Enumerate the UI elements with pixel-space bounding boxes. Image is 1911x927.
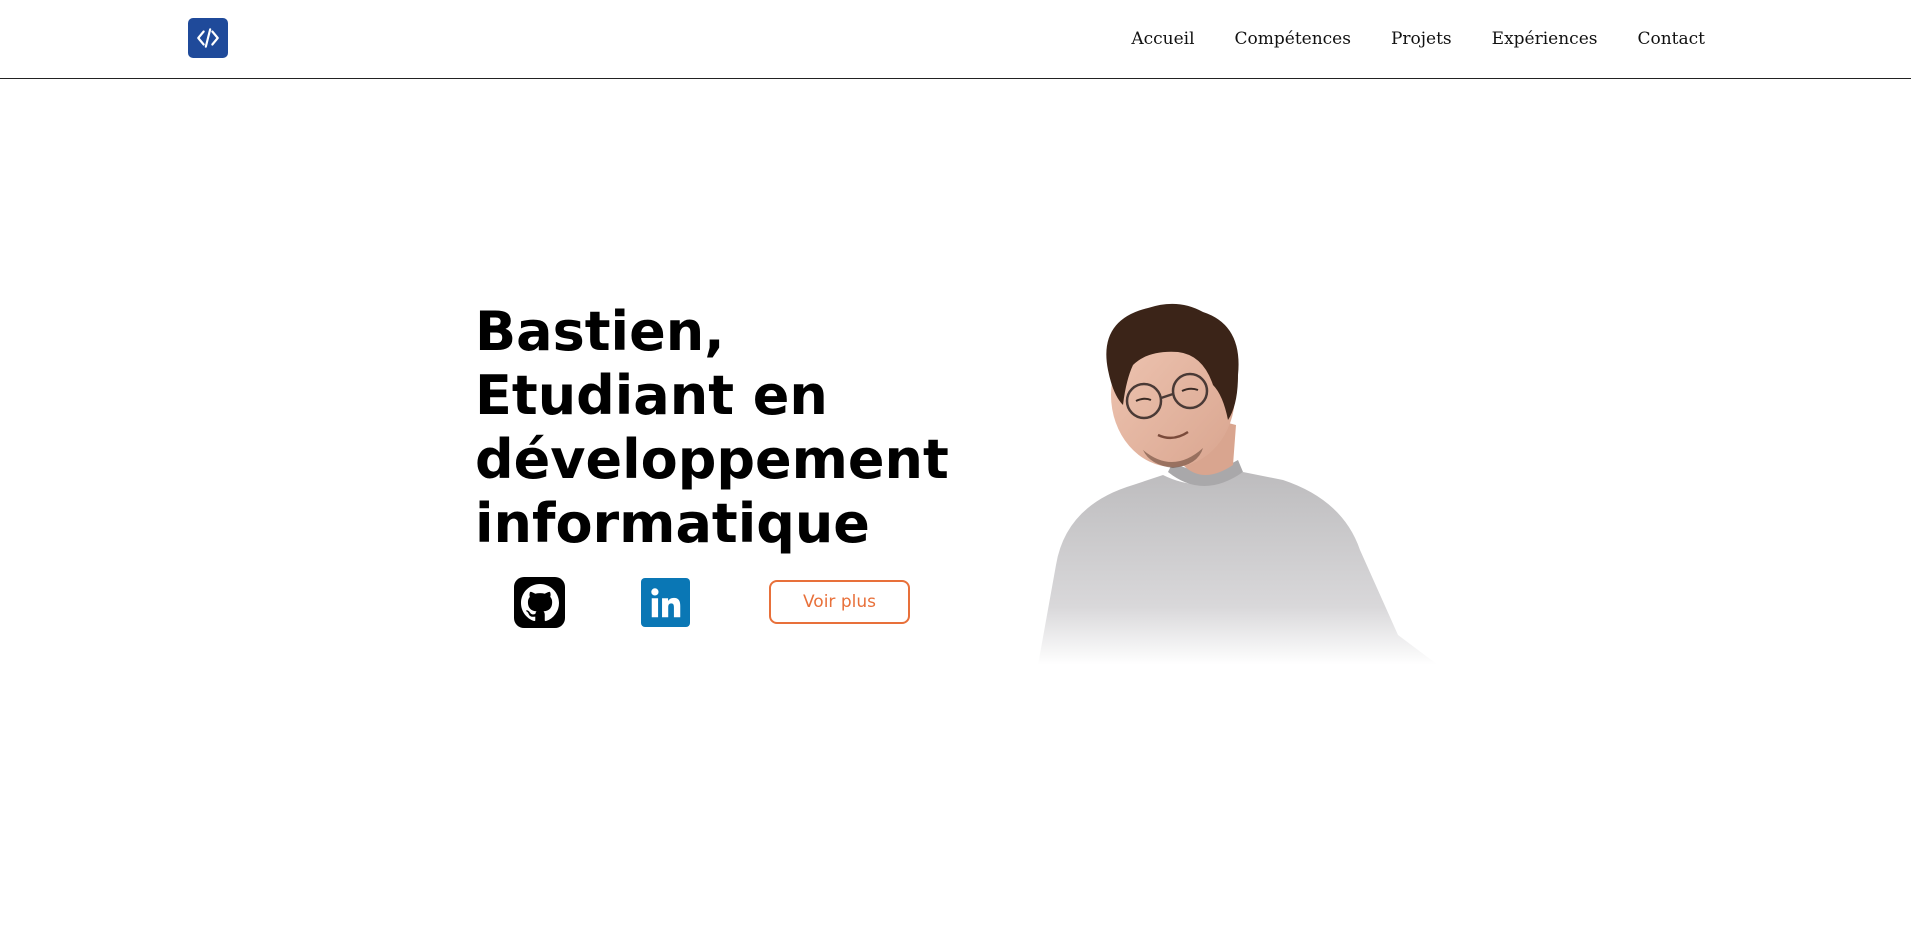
github-link[interactable] <box>514 577 565 628</box>
nav-link-accueil[interactable]: Accueil <box>1131 29 1194 49</box>
hero-title-line: Bastien, <box>475 300 725 363</box>
nav-link-projets[interactable]: Projets <box>1391 29 1452 49</box>
linkedin-link[interactable] <box>641 578 690 627</box>
logo[interactable] <box>188 18 228 58</box>
nav-link-contact[interactable]: Contact <box>1637 29 1705 49</box>
hero-title: Bastien, Etudiant en développement infor… <box>475 300 949 556</box>
navbar: Accueil Compétences Projets Expériences … <box>0 0 1911 79</box>
voir-plus-button[interactable]: Voir plus <box>769 580 910 624</box>
nav-menu: Accueil Compétences Projets Expériences … <box>1131 0 1705 78</box>
linkedin-icon <box>650 587 680 617</box>
nav-link-experiences[interactable]: Expériences <box>1492 29 1598 49</box>
github-icon <box>520 583 559 621</box>
code-brackets-icon <box>197 28 219 48</box>
hero-title-line: informatique <box>475 492 870 555</box>
portrait-photo <box>1038 303 1438 665</box>
hero-title-line: Etudiant en <box>475 364 828 427</box>
hero-title-line: développement <box>475 428 949 491</box>
nav-link-competences[interactable]: Compétences <box>1235 29 1351 49</box>
